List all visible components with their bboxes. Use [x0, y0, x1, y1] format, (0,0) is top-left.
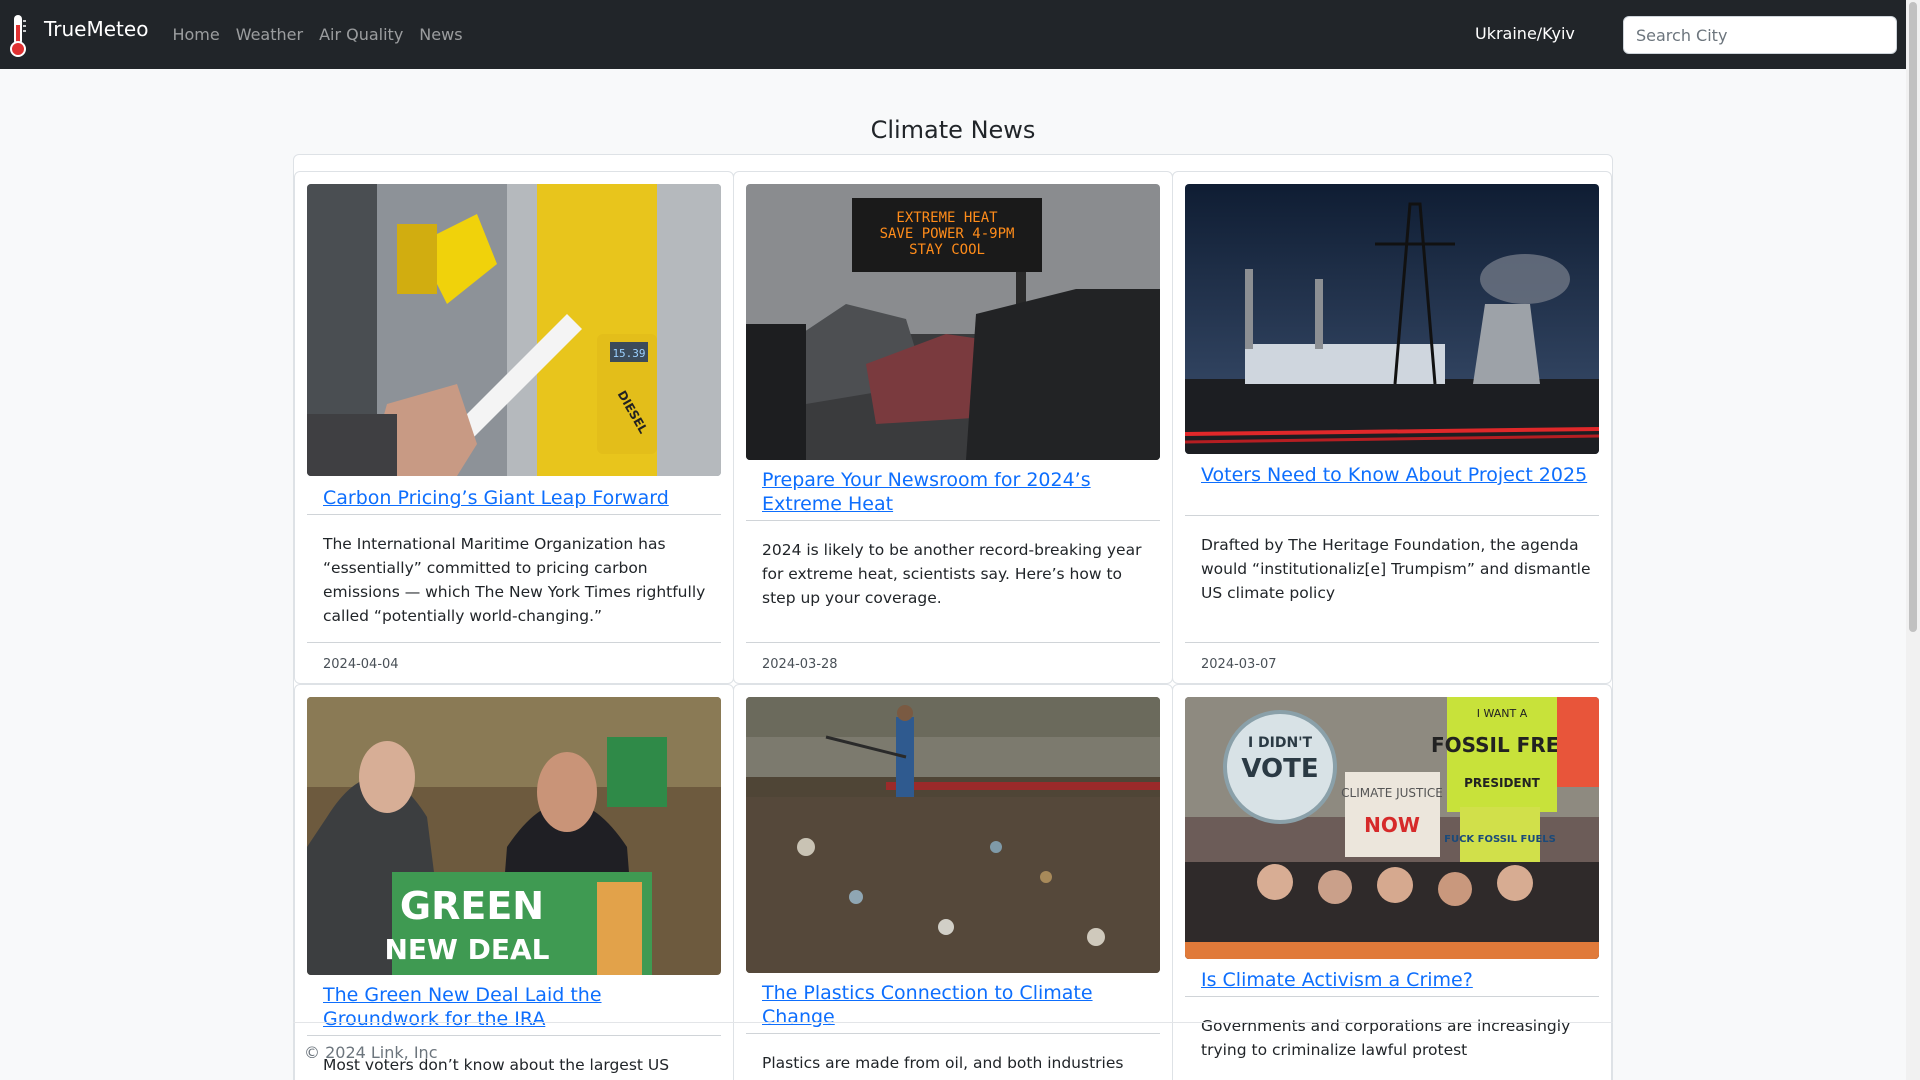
news-title-link[interactable]: Voters Need to Know About Project 2025: [1201, 463, 1591, 487]
news-summary: The International Maritime Organization …: [323, 535, 706, 625]
news-title-link[interactable]: Prepare Your Newsroom for 2024’s Extreme…: [762, 468, 1152, 516]
news-image-plastic-waste[interactable]: [746, 697, 1160, 973]
page-scrollbar[interactable]: [1906, 0, 1920, 1080]
news-image-heat-sign[interactable]: EXTREME HEAT SAVE POWER 4-9PM STAY COOL: [746, 184, 1160, 460]
svg-text:PRESIDENT: PRESIDENT: [1464, 776, 1541, 790]
news-image-climate-protest[interactable]: I DIDN'T VOTE CLIMATE JUSTICE NOW I WANT…: [1185, 697, 1599, 959]
news-title-link[interactable]: Is Climate Activism a Crime?: [1201, 968, 1591, 992]
svg-text:CLIMATE JUSTICE: CLIMATE JUSTICE: [1341, 786, 1443, 800]
news-date: 2024-04-04: [323, 657, 399, 672]
nav-link-weather[interactable]: Weather: [236, 25, 303, 44]
svg-text:15.39: 15.39: [612, 347, 645, 360]
news-grid: 15.39 DIESEL Carbon Pricing’s Giant Leap…: [293, 154, 1613, 1080]
divider: [1185, 642, 1599, 643]
brand-name: TrueMeteo: [44, 16, 149, 41]
news-card: I DIDN'T VOTE CLIMATE JUSTICE NOW I WANT…: [1172, 684, 1612, 1080]
news-image-power-plant[interactable]: [1185, 184, 1599, 454]
divider: [1185, 515, 1599, 516]
news-image-green-new-deal[interactable]: GREEN NEW DEAL: [307, 697, 721, 975]
top-navbar: TrueMeteo Home Weather Air Quality News …: [0, 0, 1906, 69]
nav-link-air-quality[interactable]: Air Quality: [319, 25, 403, 44]
footer-divider: [293, 1022, 1613, 1023]
divider: [1185, 996, 1599, 997]
svg-text:FOSSIL FREE: FOSSIL FREE: [1431, 733, 1573, 757]
svg-text:GREEN: GREEN: [400, 884, 544, 928]
news-image-fuel-pump[interactable]: 15.39 DIESEL: [307, 184, 721, 476]
divider: [746, 520, 1160, 521]
scrollbar-thumb[interactable]: [1909, 2, 1917, 632]
svg-text:I DIDN'T: I DIDN'T: [1248, 735, 1313, 751]
news-date: 2024-03-07: [1201, 657, 1277, 672]
svg-text:STAY COOL: STAY COOL: [909, 242, 985, 258]
svg-text:NEW DEAL: NEW DEAL: [384, 933, 549, 966]
nav-link-news[interactable]: News: [419, 25, 462, 44]
brand[interactable]: TrueMeteo: [6, 13, 148, 57]
news-card: GREEN NEW DEAL The Green New Deal Laid t…: [294, 684, 734, 1080]
news-title-link[interactable]: The Green New Deal Laid the Groundwork f…: [323, 983, 713, 1031]
news-card: The Plastics Connection to Climate Chang…: [733, 684, 1173, 1080]
svg-text:SAVE POWER 4-9PM: SAVE POWER 4-9PM: [880, 226, 1015, 242]
news-date: 2024-03-28: [762, 657, 838, 672]
news-title-link[interactable]: Carbon Pricing’s Giant Leap Forward: [323, 486, 713, 510]
footer-copyright: © 2024 Link, Inc: [304, 1043, 438, 1062]
nav-link-home[interactable]: Home: [172, 25, 219, 44]
divider: [307, 642, 721, 643]
news-summary: Plastics are made from oil, and both ind…: [762, 1054, 1124, 1080]
news-card: Voters Need to Know About Project 2025 D…: [1172, 171, 1612, 684]
svg-text:NOW: NOW: [1364, 813, 1420, 837]
divider: [746, 642, 1160, 643]
svg-text:I WANT A: I WANT A: [1477, 707, 1528, 720]
news-card: EXTREME HEAT SAVE POWER 4-9PM STAY COOL …: [733, 171, 1173, 684]
divider: [746, 1033, 1160, 1034]
location-label[interactable]: Ukraine/Kyiv: [1475, 24, 1575, 43]
news-card: 15.39 DIESEL Carbon Pricing’s Giant Leap…: [294, 171, 734, 684]
svg-text:EXTREME HEAT: EXTREME HEAT: [896, 210, 998, 226]
divider: [307, 514, 721, 515]
search-city-input[interactable]: [1623, 16, 1897, 54]
svg-text:VOTE: VOTE: [1241, 754, 1318, 784]
news-summary: 2024 is likely to be another record-brea…: [762, 541, 1142, 607]
nav-links: Home Weather Air Quality News: [172, 25, 478, 44]
svg-text:FUCK FOSSIL FUELS: FUCK FOSSIL FUELS: [1444, 834, 1556, 845]
thermometer-icon: [10, 14, 26, 57]
news-summary: Drafted by The Heritage Foundation, the …: [1201, 536, 1591, 602]
divider: [307, 1035, 721, 1036]
page-title: Climate News: [870, 116, 1036, 144]
